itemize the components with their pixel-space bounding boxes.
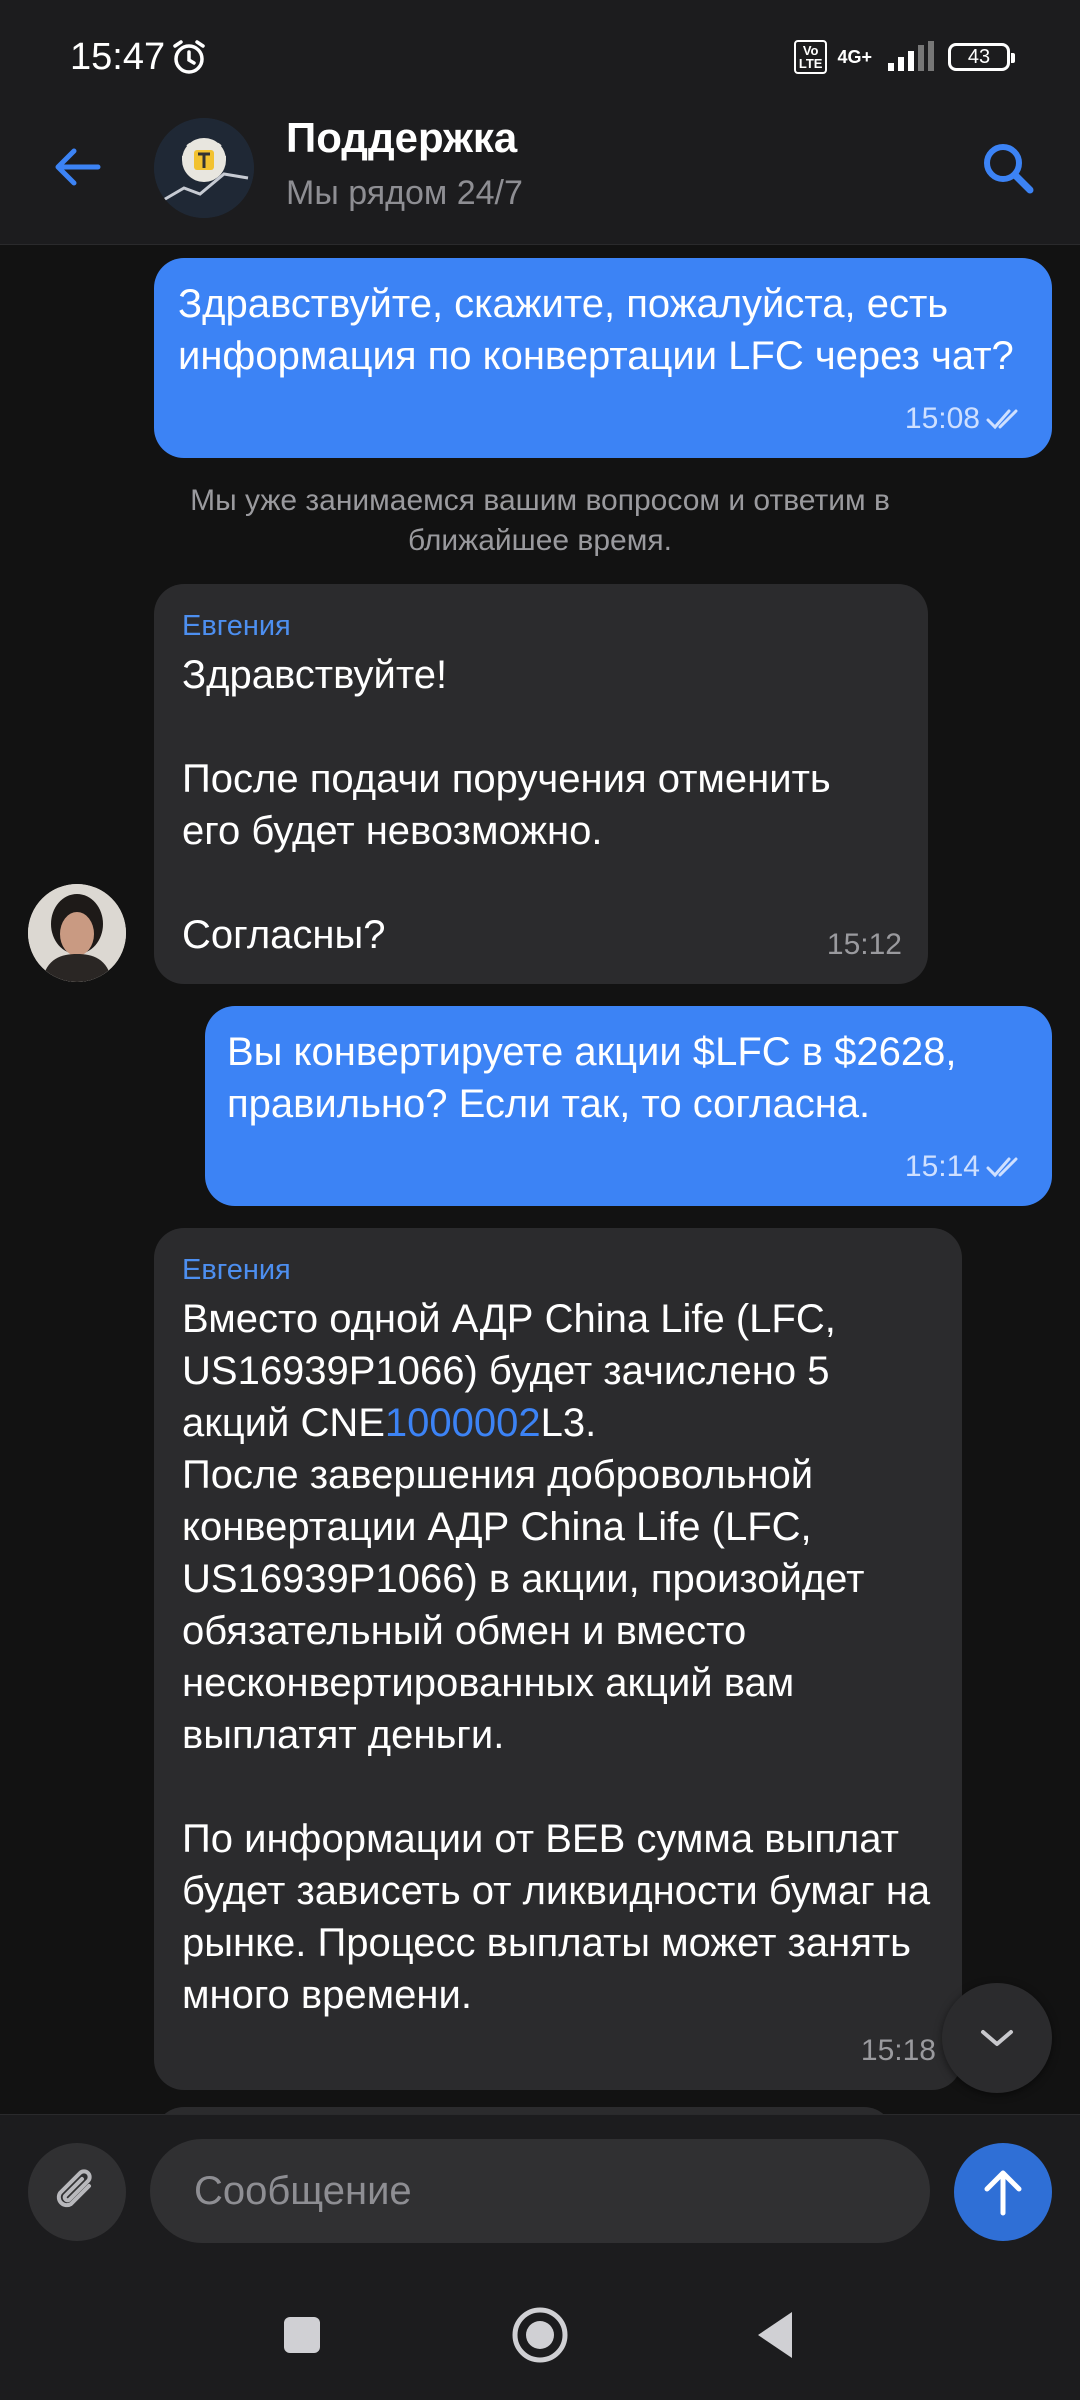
double-check-icon: [986, 409, 1018, 430]
paperclip-icon: [56, 2169, 92, 2208]
message-text: Здравствуйте, скажите, пожалуйста, есть …: [178, 282, 1014, 378]
support-avatar[interactable]: [154, 118, 254, 218]
agent-photo: [28, 884, 126, 982]
message-text: Вы конвертируете акции $LFC в $2628, пра…: [227, 1030, 968, 1126]
agent-avatar[interactable]: [28, 884, 126, 982]
incoming-message[interactable]: Евгения Вместо одной АДР China Life (LFC…: [154, 1228, 962, 2090]
message-meta: 15:12: [827, 928, 902, 962]
back-arrow-icon[interactable]: [50, 140, 104, 194]
message-text: Вместо одной АДР China Life (LFC, US1693…: [182, 1293, 940, 2021]
incoming-message[interactable]: Евгения Здравствуйте! После подачи поруч…: [154, 584, 928, 984]
system-navigation-bar: [0, 2268, 1080, 2400]
sender-name[interactable]: Евгения: [182, 1254, 940, 1287]
status-bar: 15:47 Vo LTE 4G+ 43: [0, 0, 1080, 92]
sender-name[interactable]: Евгения: [182, 610, 900, 643]
recent-apps-icon[interactable]: [282, 2306, 322, 2364]
number-link[interactable]: 1000002: [385, 1401, 541, 1445]
message-meta: 15:14: [905, 1150, 1026, 1184]
home-icon[interactable]: [510, 2306, 570, 2364]
tinkoff-emblem-icon: [154, 118, 254, 218]
send-button[interactable]: [954, 2143, 1052, 2241]
scroll-down-button[interactable]: [942, 1983, 1052, 2093]
message-time: 15:14: [904, 1150, 980, 1183]
attach-button[interactable]: [28, 2143, 126, 2241]
battery-level: 43: [967, 45, 991, 68]
alarm-icon: [173, 40, 205, 74]
search-icon[interactable]: [978, 138, 1038, 198]
message-text-part: L3. После завершения добровольной конвер…: [182, 1401, 931, 2017]
chat-messages[interactable]: Здравствуйте, скажите, пожалуйста, есть …: [0, 245, 1080, 2115]
message-meta: 15:08: [905, 402, 1026, 436]
double-check-icon: [986, 1157, 1018, 1178]
chevron-down-icon: [981, 2030, 1013, 2046]
chat-subtitle: Мы рядом 24/7: [286, 174, 523, 212]
outgoing-message[interactable]: Здравствуйте, скажите, пожалуйста, есть …: [154, 258, 1052, 458]
message-time: 15:12: [826, 928, 902, 961]
message-input[interactable]: [150, 2139, 930, 2243]
system-note: Мы уже занимаемся вашим вопросом и ответ…: [190, 484, 890, 557]
chat-title[interactable]: Поддержка: [286, 114, 517, 162]
signal-icon: [888, 41, 934, 71]
message-meta: 15:18: [861, 2034, 936, 2068]
network-type: 4G+: [837, 46, 872, 67]
message-time: 15:18: [860, 2034, 936, 2067]
outgoing-message[interactable]: Вы конвертируете акции $LFC в $2628, пра…: [205, 1006, 1052, 1206]
message-input-bar: [0, 2114, 1080, 2269]
battery-icon: 43: [948, 43, 1015, 71]
arrow-up-icon: [984, 2170, 1022, 2216]
volte-icon: Vo LTE: [793, 40, 828, 74]
chat-header: Поддержка Мы рядом 24/7: [0, 92, 1080, 245]
message-text: Здравствуйте! После подачи поручения отм…: [182, 653, 831, 957]
back-triangle-icon[interactable]: [752, 2306, 796, 2364]
status-time: 15:47: [70, 36, 166, 78]
message-time: 15:08: [904, 402, 980, 435]
